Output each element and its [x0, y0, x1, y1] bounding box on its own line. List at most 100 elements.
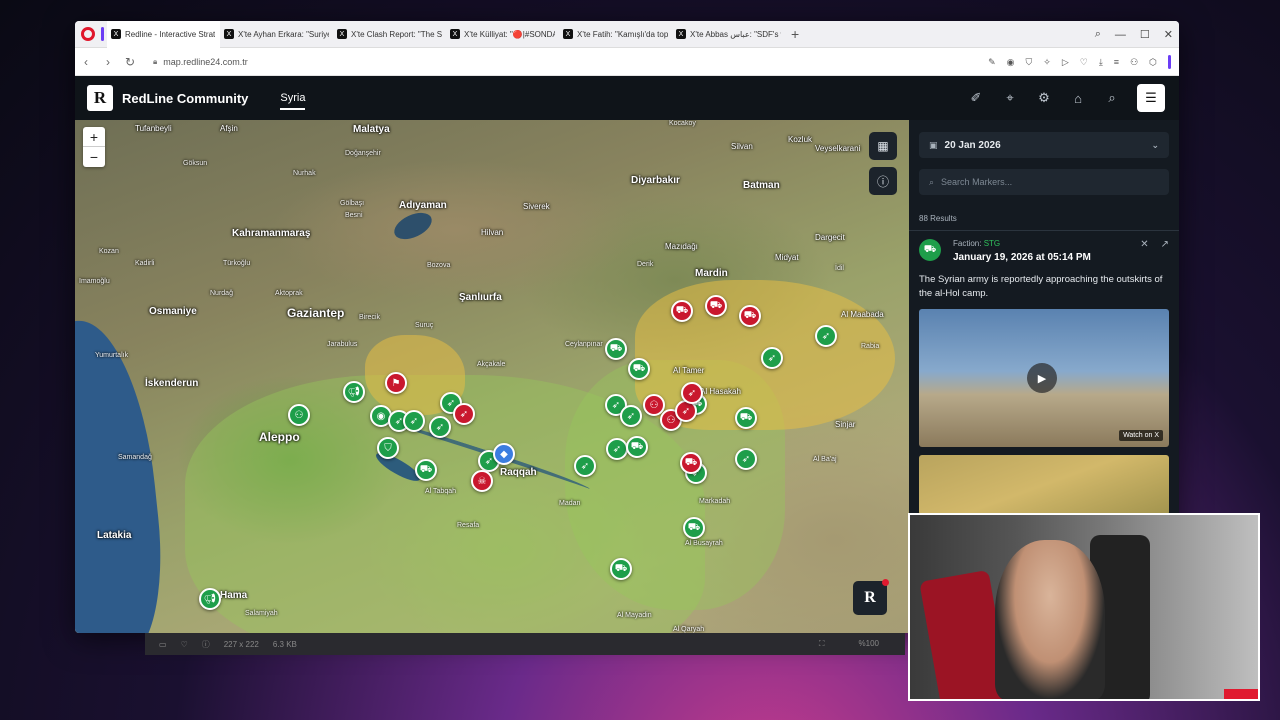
play-icon[interactable]: ▶: [1027, 363, 1057, 393]
map-marker-rifle[interactable]: ➶: [735, 448, 757, 470]
image-viewer-statusbar: ▭ ♡ ⓘ 227 x 222 6.3 KB ⛶ %100: [145, 633, 905, 655]
location-pin-icon[interactable]: ⌖: [1001, 90, 1019, 106]
easy-setup-icon[interactable]: ≡: [1114, 57, 1119, 67]
tab-label: X'te Clash Report: "The Sy: [351, 29, 442, 39]
map-marker-skull[interactable]: ☠: [471, 470, 493, 492]
redline-logo[interactable]: R: [87, 85, 113, 111]
settings-icon[interactable]: ⚙: [1035, 90, 1053, 106]
map-marker-shield[interactable]: ⛉: [377, 437, 399, 459]
image-dimensions: 227 x 222: [223, 639, 259, 649]
map-marker-rifle[interactable]: ➶: [761, 347, 783, 369]
map-marker-truck[interactable]: ⛟: [415, 459, 437, 481]
map-marker-truck[interactable]: ⛟: [683, 517, 705, 539]
menu-icon[interactable]: ☰: [1137, 84, 1165, 112]
map-marker-truck[interactable]: ⛟: [735, 407, 757, 429]
close-icon[interactable]: ✕: [1164, 28, 1173, 41]
map-marker-rifle[interactable]: ➶: [815, 325, 837, 347]
map-marker-megaphone[interactable]: 📢︎: [343, 381, 365, 403]
map-marker-rifle[interactable]: ➶: [403, 410, 425, 432]
minimize-icon[interactable]: —: [1115, 29, 1126, 41]
x-favicon-icon: X: [337, 29, 347, 39]
reload-icon[interactable]: ↻: [119, 55, 141, 69]
map-label: Kozluk: [788, 135, 813, 144]
map-marker-rifle[interactable]: ➶: [574, 455, 596, 477]
map-marker-vehicle[interactable]: ⛟: [680, 452, 702, 474]
tab-bar: X Redline - Interactive Strat X X'te Ayh…: [75, 21, 1179, 48]
thumbnail-icon[interactable]: ▭: [159, 640, 167, 649]
tab-kulliyat[interactable]: X X'te Külliyat: "🔴|#SONDA: [446, 21, 559, 48]
map-marker-truck[interactable]: ⛟: [626, 436, 648, 458]
close-icon[interactable]: ✕: [1140, 239, 1148, 250]
map-marker-rifle[interactable]: ➶: [681, 382, 703, 404]
maximize-icon[interactable]: ☐: [1140, 28, 1150, 41]
info-icon[interactable]: ⓘ: [202, 639, 210, 650]
map-marker-info[interactable]: ◆: [493, 443, 515, 465]
map-marker-truck[interactable]: ⛟: [605, 338, 627, 360]
tab-clash-report[interactable]: X X'te Clash Report: "The Sy: [333, 21, 446, 48]
map-logo-button[interactable]: R: [853, 579, 889, 615]
map-marker-vehicle[interactable]: ⛟: [739, 305, 761, 327]
new-tab-button[interactable]: +: [791, 26, 799, 42]
heart-icon[interactable]: ♡: [181, 640, 188, 649]
tab-fatih[interactable]: X X'te Fatih: "Kamışlı'da top: [559, 21, 672, 48]
date-selector[interactable]: ▣ 20 Jan 2026 ⌄: [919, 132, 1169, 158]
map-marker-vehicle[interactable]: ⛟: [705, 295, 727, 317]
zoom-in-button[interactable]: +: [83, 127, 105, 147]
map-layers-icon[interactable]: ▦: [869, 132, 897, 160]
shield-icon[interactable]: ⛉: [1026, 57, 1033, 68]
opera-logo-icon[interactable]: [81, 27, 95, 41]
map-label: Ceylanpınar: [565, 341, 603, 348]
heart-icon[interactable]: ♡: [1080, 57, 1088, 68]
draw-icon[interactable]: ✐: [967, 90, 985, 106]
sea-area: [75, 314, 173, 633]
info-icon[interactable]: ⓘ: [869, 167, 897, 195]
map-marker-flag[interactable]: ⚑: [385, 372, 407, 394]
faction-line: Faction: STG: [953, 239, 1091, 248]
tab-ayhan[interactable]: X X'te Ayhan Erkara: "Suriye: [220, 21, 333, 48]
event-video[interactable]: ▶ Watch on X: [919, 309, 1169, 447]
fit-icon[interactable]: ⛶: [819, 639, 825, 649]
map-marker-rifle[interactable]: ➶: [606, 438, 628, 460]
results-count: 88 Results: [919, 214, 957, 223]
event-image[interactable]: [919, 455, 1169, 515]
tab-syria[interactable]: Syria: [280, 92, 306, 110]
map-label: Bozova: [427, 262, 451, 269]
map-marker-rifle[interactable]: ➶: [453, 403, 475, 425]
tab-redline[interactable]: X Redline - Interactive Strat: [107, 21, 220, 48]
search-icon[interactable]: ⌕: [1103, 90, 1121, 106]
cube-icon[interactable]: ⬡: [1149, 57, 1157, 68]
map-marker-truck[interactable]: ⛟: [610, 558, 632, 580]
map-label: Samandağ: [118, 454, 152, 461]
search-tabs-icon[interactable]: ⌕: [1095, 28, 1101, 41]
download-icon[interactable]: ⤓: [1099, 57, 1103, 68]
map-view[interactable]: Tufanbeyli Afşin Malatya Doğanşehir Koca…: [75, 120, 909, 633]
tab-label: Redline - Interactive Strat: [125, 29, 216, 39]
map-marker-people[interactable]: ⚇: [288, 404, 310, 426]
map-label: Latakia: [97, 530, 132, 541]
url-field[interactable]: 🔒︎ map.redline24.com.tr: [153, 57, 248, 67]
camera-icon[interactable]: ◉: [1007, 57, 1015, 68]
zoom-control: + −: [83, 127, 105, 167]
marker-search-input[interactable]: ⌕ Search Markers...: [919, 169, 1169, 195]
tab-abbas[interactable]: X X'te Abbas عباس: "SDF's w: [672, 21, 785, 48]
map-marker-megaphone[interactable]: 📢︎: [199, 588, 221, 610]
edit-icon[interactable]: ✎: [988, 57, 996, 68]
watch-on-x-link[interactable]: Watch on X: [1119, 430, 1163, 441]
map-label: Markadah: [699, 498, 731, 505]
map-label: Diyarbakır: [631, 175, 680, 186]
x-favicon-icon: X: [111, 29, 121, 39]
screenshot-icon[interactable]: ⌂: [1069, 91, 1087, 106]
map-marker-rifle[interactable]: ➶: [620, 405, 642, 427]
forward-icon[interactable]: ›: [97, 55, 119, 69]
zoom-level[interactable]: %100: [859, 639, 879, 649]
zoom-out-button[interactable]: −: [83, 147, 105, 167]
back-icon[interactable]: ‹: [75, 55, 97, 69]
map-marker-truck[interactable]: ⛟: [628, 358, 650, 380]
map-label: Hama: [220, 590, 248, 601]
play-icon[interactable]: ▷: [1062, 57, 1069, 68]
external-link-icon[interactable]: ↗: [1161, 239, 1169, 250]
map-marker-rifle[interactable]: ➶: [429, 416, 451, 438]
map-marker-vehicle[interactable]: ⛟: [671, 300, 693, 322]
account-icon[interactable]: ⚇: [1130, 57, 1138, 68]
extension-icon[interactable]: ✧: [1043, 57, 1051, 68]
